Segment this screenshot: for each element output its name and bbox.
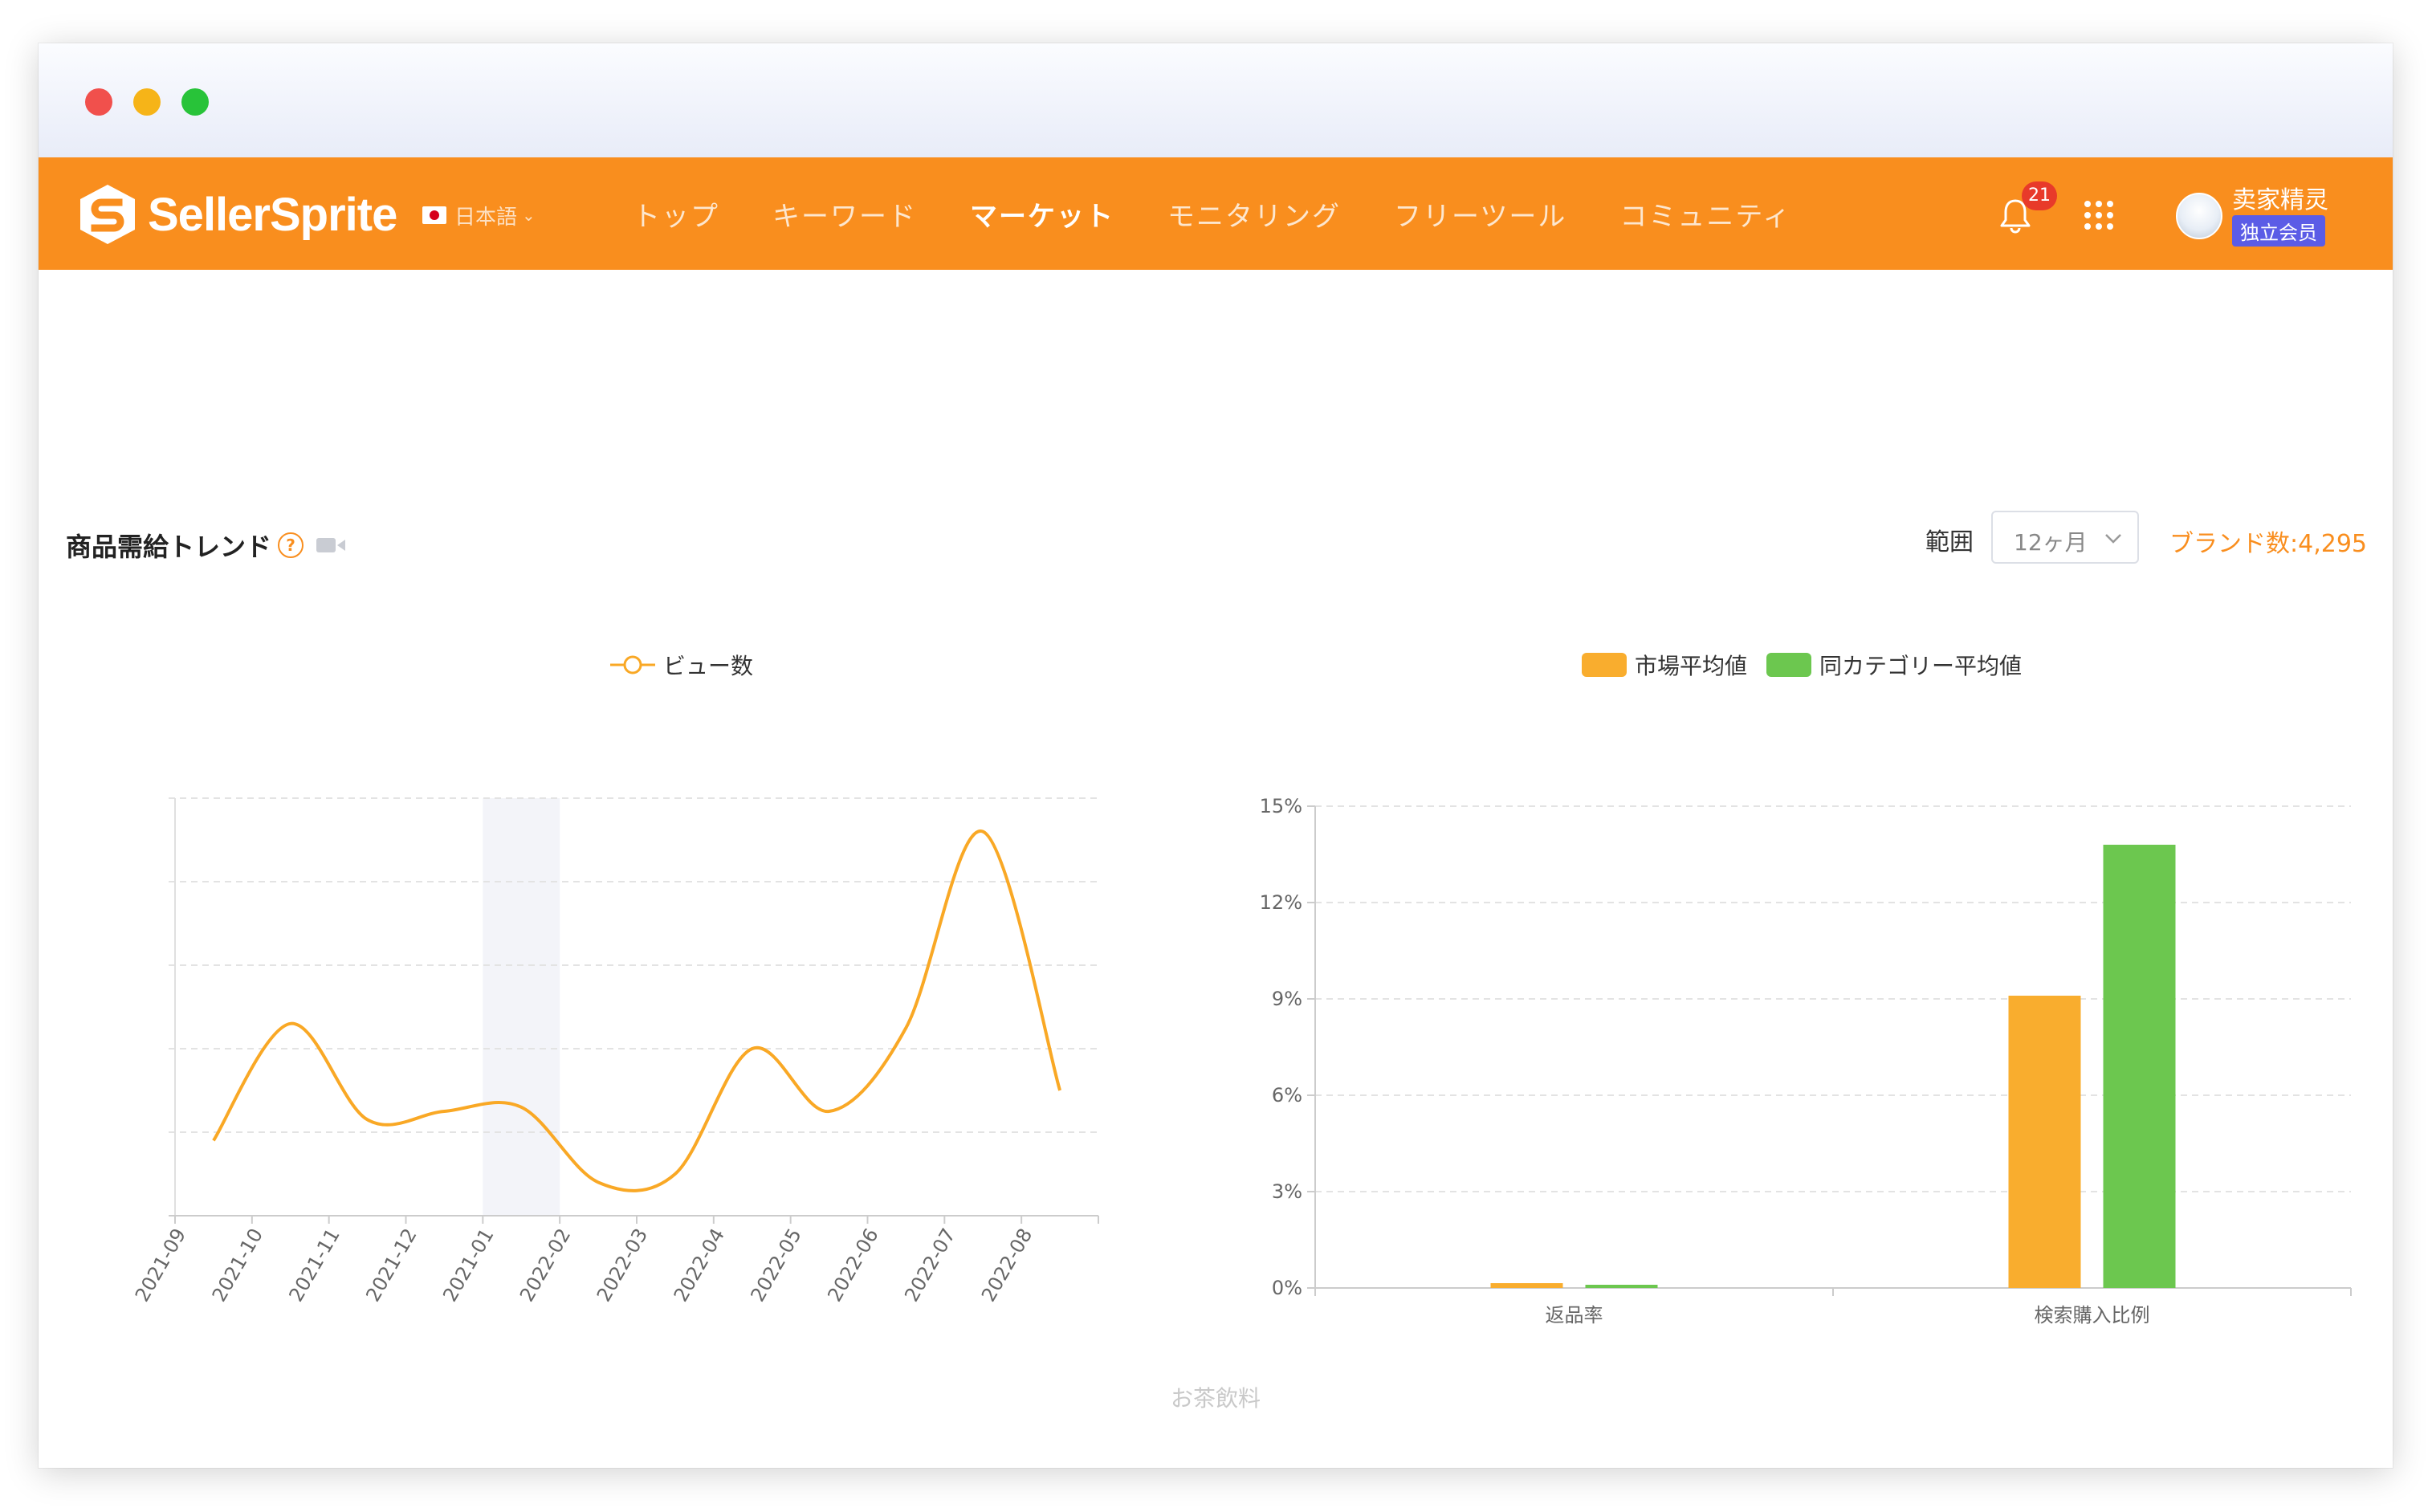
video-icon[interactable] bbox=[316, 536, 346, 555]
line-series-marker-icon bbox=[610, 655, 655, 674]
x-category-label: 返品率 bbox=[1546, 1304, 1603, 1327]
x-tick-label: 2022-06 bbox=[823, 1225, 882, 1306]
maximize-window-button[interactable] bbox=[181, 88, 209, 116]
y-tick-label: 3% bbox=[1272, 1180, 1302, 1203]
legend-item-market-avg[interactable]: 市場平均値 bbox=[1582, 649, 1747, 681]
comparison-bar-chart: 0% 3% 6% 9% 12% 15% 返品率 検索購入比例 bbox=[1260, 795, 2352, 1327]
nav-item-top[interactable]: トップ bbox=[633, 194, 719, 234]
language-switcher[interactable]: 日本語 ⌄ bbox=[422, 199, 536, 231]
chevron-down-icon: ⌄ bbox=[522, 206, 536, 225]
user-name[interactable]: 卖家精灵 bbox=[2232, 180, 2328, 215]
nav-item-free-tools[interactable]: フリーツール bbox=[1394, 194, 1566, 234]
range-select[interactable]: 12ヶ月 bbox=[1991, 511, 2139, 564]
x-tick-label: 2021-09 bbox=[131, 1225, 190, 1306]
main-nav: トップ キーワード マーケット モニタリング フリーツール コミュニティ bbox=[633, 190, 1844, 238]
range-selected-value: 12ヶ月 bbox=[2014, 529, 2088, 556]
x-tick-label: 2021-10 bbox=[208, 1225, 267, 1306]
series-line-views bbox=[212, 829, 1061, 1192]
y-tick-label: 0% bbox=[1272, 1277, 1302, 1299]
app-grid-icon[interactable] bbox=[2083, 199, 2115, 231]
bar-chart-legend: 市場平均値 同カテゴリー平均値 bbox=[1582, 649, 2041, 681]
category-name: お茶飲料 bbox=[1170, 1385, 1261, 1412]
x-tick-label: 2021-11 bbox=[284, 1225, 344, 1306]
user-avatar[interactable] bbox=[2176, 193, 2222, 239]
bar-market-avg bbox=[2008, 996, 2081, 1288]
nav-item-community[interactable]: コミュニティ bbox=[1619, 194, 1791, 234]
nav-item-monitoring[interactable]: モニタリング bbox=[1167, 194, 1341, 234]
brand-count[interactable]: ブランド数:4,295 bbox=[2169, 524, 2367, 559]
brand-logo-link[interactable]: SellerSprite bbox=[77, 183, 397, 246]
notification-count-badge: 21 bbox=[2022, 181, 2057, 210]
section-header: 商品需給トレンド ? bbox=[66, 527, 346, 564]
nav-item-keyword[interactable]: キーワード bbox=[772, 194, 917, 234]
sellersprite-logo-icon bbox=[80, 185, 135, 244]
x-tick-label: 2022-02 bbox=[515, 1225, 575, 1306]
bar-market-avg bbox=[1490, 1283, 1563, 1288]
x-tick-label: 2022-05 bbox=[746, 1225, 805, 1306]
range-label: 範囲 bbox=[1925, 528, 1974, 556]
bar-category-avg bbox=[2103, 845, 2176, 1288]
window-titlebar bbox=[39, 43, 2393, 157]
help-icon[interactable]: ? bbox=[278, 532, 304, 558]
y-tick-label: 12% bbox=[1260, 891, 1302, 914]
views-trend-line-chart: 2021-09 2021-10 2021-11 2021-12 2021-01 2022-… bbox=[131, 797, 1099, 1306]
x-tick-label: 2022-04 bbox=[670, 1225, 729, 1306]
bar-category-avg bbox=[1585, 1285, 1658, 1288]
chevron-down-icon bbox=[2105, 534, 2121, 544]
y-tick-label: 15% bbox=[1260, 795, 1302, 817]
language-label: 日本語 bbox=[454, 205, 518, 230]
japan-flag-icon bbox=[422, 206, 446, 224]
legend-swatch-category-avg bbox=[1766, 653, 1812, 677]
legend-label-market-avg: 市場平均値 bbox=[1635, 653, 1748, 679]
top-navbar: SellerSprite 日本語 ⌄ トップ キーワード マーケット モニタリン… bbox=[39, 157, 2393, 270]
x-tick-label: 2022-07 bbox=[900, 1225, 959, 1306]
membership-badge: 独立会员 bbox=[2232, 215, 2325, 247]
legend-item-category-avg[interactable]: 同カテゴリー平均値 bbox=[1766, 649, 2022, 681]
x-tick-label: 2022-03 bbox=[593, 1225, 652, 1306]
minimize-window-button[interactable] bbox=[133, 88, 161, 116]
x-tick-label: 2021-12 bbox=[361, 1225, 421, 1306]
legend-swatch-market-avg bbox=[1582, 653, 1627, 677]
highlight-band bbox=[483, 798, 560, 1216]
close-window-button[interactable] bbox=[85, 88, 112, 116]
app-window: SellerSprite 日本語 ⌄ トップ キーワード マーケット モニタリン… bbox=[39, 43, 2393, 1468]
legend-label-category-avg: 同カテゴリー平均値 bbox=[1819, 653, 2023, 679]
line-chart-legend[interactable]: ビュー数 bbox=[610, 649, 753, 681]
x-tick-label: 2022-08 bbox=[977, 1225, 1037, 1306]
x-category-label: 検索購入比例 bbox=[2035, 1304, 2150, 1327]
legend-label-views: ビュー数 bbox=[663, 653, 754, 679]
brand-name: SellerSprite bbox=[148, 188, 397, 241]
nav-item-market[interactable]: マーケット bbox=[970, 194, 1114, 234]
y-tick-label: 9% bbox=[1272, 988, 1302, 1010]
y-tick-label: 6% bbox=[1272, 1084, 1302, 1106]
x-tick-label: 2021-01 bbox=[438, 1225, 498, 1306]
section-title: 商品需給トレンド bbox=[66, 532, 272, 562]
